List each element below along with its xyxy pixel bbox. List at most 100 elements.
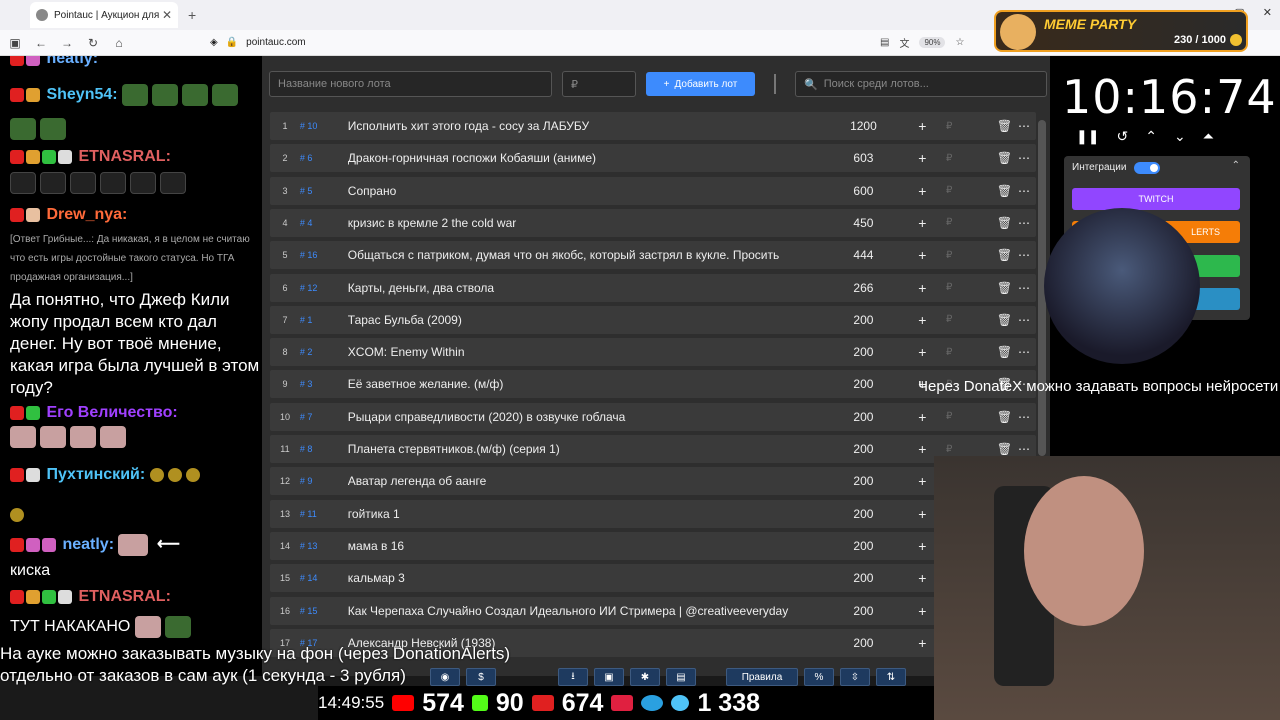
lot-name[interactable]: Карты, деньги, два ствола <box>348 281 817 295</box>
lot-id[interactable]: # 2 <box>300 347 348 357</box>
trash-icon[interactable]: 🗑 <box>964 216 1012 230</box>
add-amount-icon[interactable]: + <box>910 409 934 425</box>
chevron-up-icon[interactable]: ⌃ <box>1232 160 1240 171</box>
rules-button[interactable]: Правила <box>726 668 798 686</box>
lot-id[interactable]: # 15 <box>300 606 348 616</box>
lot-name[interactable]: кризис в кремле 2 the cold war <box>348 216 817 230</box>
lot-row[interactable]: 2 # 6 Дракон-горничная госпожи Кобаяши (ан… <box>270 144 1036 173</box>
lot-id[interactable]: # 13 <box>300 541 348 551</box>
lot-id[interactable]: # 16 <box>300 250 348 260</box>
lot-row[interactable]: 14# 13мама в 16200+₽🗑⋯ <box>270 531 1036 560</box>
twitch-button[interactable]: TWITCH <box>1072 188 1240 210</box>
lot-id[interactable]: # 5 <box>300 186 348 196</box>
currency-input[interactable]: ₽ <box>934 347 964 358</box>
translate-icon[interactable]: 文 <box>899 35 909 50</box>
add-lot-button[interactable]: + Добавить лот <box>646 72 755 96</box>
save-icon[interactable]: ▣ <box>594 668 624 686</box>
download-icon[interactable]: ⭳ <box>558 668 588 686</box>
split-icon[interactable]: ⇳ <box>840 668 870 686</box>
search-input[interactable]: 🔍 Поиск среди лотов... <box>795 71 1047 97</box>
increase-icon[interactable]: ⌃ <box>1145 128 1157 145</box>
currency-input[interactable]: ₽ <box>934 121 964 132</box>
close-tab-icon[interactable]: ✕ <box>162 8 172 22</box>
zoom-level[interactable]: 90% <box>919 37 946 48</box>
currency-input[interactable]: ₽ <box>934 444 964 455</box>
trash-icon[interactable]: 🗑 <box>964 248 1012 262</box>
lot-name[interactable]: Её заветное желание. (м/ф) <box>348 377 817 391</box>
add-amount-icon[interactable]: + <box>910 538 934 554</box>
lot-name[interactable]: Сопрано <box>348 184 817 198</box>
close-window-icon[interactable]: ✕ <box>1263 6 1272 19</box>
lot-id[interactable]: # 1 <box>300 315 348 325</box>
currency-input[interactable]: ₽ <box>934 282 964 293</box>
lot-id[interactable]: # 8 <box>300 444 348 454</box>
donate-dollar-icon[interactable]: $ <box>466 668 496 686</box>
more-icon[interactable]: ⋯ <box>1012 119 1036 133</box>
more-icon[interactable]: ⋯ <box>1012 184 1036 198</box>
add-amount-icon[interactable]: + <box>910 312 934 328</box>
home-icon[interactable]: ⌂ <box>108 36 130 50</box>
lot-id[interactable]: # 6 <box>300 153 348 163</box>
lot-row[interactable]: 12# 9Аватар легенда об аанге200+₽🗑⋯ <box>270 467 1036 496</box>
lot-name[interactable]: Как Черепаха Случайно Создал Идеального … <box>348 604 817 618</box>
currency-input[interactable]: ₽ <box>934 217 964 228</box>
more-icon[interactable]: ⋯ <box>1012 442 1036 456</box>
trash-icon[interactable]: 🗑 <box>964 119 1012 133</box>
more-icon[interactable]: ⋯ <box>1012 313 1036 327</box>
lot-id[interactable]: # 12 <box>300 283 348 293</box>
lot-row[interactable]: 8 # 2 XCOM: Enemy Within 200 + ₽ 🗑 ⋯ <box>270 338 1036 367</box>
lot-row[interactable]: 6 # 12 Карты, деньги, два ствола 266 + ₽ 🗑 ⋯ <box>270 273 1036 302</box>
integrations-toggle[interactable] <box>1134 162 1160 174</box>
add-amount-icon[interactable]: + <box>910 150 934 166</box>
lot-name[interactable]: кальмар 3 <box>348 571 817 585</box>
bug-icon[interactable]: ✱ <box>630 668 660 686</box>
add-amount-icon[interactable]: + <box>910 506 934 522</box>
lot-id[interactable]: # 11 <box>300 509 348 519</box>
lot-name[interactable]: мама в 16 <box>348 539 817 553</box>
trash-icon[interactable]: 🗑 <box>964 151 1012 165</box>
trash-icon[interactable]: 🗑 <box>964 313 1012 327</box>
lot-row[interactable]: 13# 11гойтика 1200+₽🗑⋯ <box>270 499 1036 528</box>
new-lot-input[interactable]: Название нового лота <box>269 71 552 97</box>
lot-amount-input[interactable]: ₽ <box>562 71 636 97</box>
lot-row[interactable]: 10 # 7 Рыцари справедливости (2020) в озву… <box>270 402 1036 431</box>
trash-icon[interactable]: 🗑 <box>964 442 1012 456</box>
more-icon[interactable]: ⋯ <box>1012 410 1036 424</box>
trash-icon[interactable]: 🗑 <box>964 281 1012 295</box>
forward-icon[interactable]: → <box>56 36 78 50</box>
lot-name[interactable]: гойтика 1 <box>348 507 817 521</box>
lot-row[interactable]: 5 # 16 Общаться с патриком, думая что он я… <box>270 241 1036 270</box>
currency-input[interactable]: ₽ <box>934 185 964 196</box>
more-icon[interactable]: ⋯ <box>1012 345 1036 359</box>
lot-row[interactable]: 11 # 8 Планета стервятников.(м/ф) (серия 1… <box>270 435 1036 463</box>
browser-tab[interactable]: Pointauc | Аукцион для стримеров ✕ <box>30 2 178 28</box>
add-amount-icon[interactable]: + <box>910 570 934 586</box>
lot-name[interactable]: XCOM: Enemy Within <box>348 345 817 359</box>
lot-name[interactable]: Планета стервятников.(м/ф) (серия 1) <box>348 442 817 456</box>
lot-row[interactable]: 4 # 4 кризис в кремле 2 the cold war 450 + ₽ 🗑… <box>270 208 1036 237</box>
currency-input[interactable]: ₽ <box>934 153 964 164</box>
reader-icon[interactable]: ▤ <box>880 37 889 48</box>
lot-name[interactable]: Аватар легенда об аанге <box>348 474 817 488</box>
add-amount-icon[interactable]: + <box>910 344 934 360</box>
sort-icon[interactable]: ⇅ <box>876 668 906 686</box>
lot-name[interactable]: Тарас Бульба (2009) <box>348 313 817 327</box>
bookmark-star-icon[interactable]: ☆ <box>955 37 964 48</box>
github-icon[interactable]: ◉ <box>430 668 460 686</box>
lot-row[interactable]: 16 # 15 Как Черепаха Случайно Создал Идеал… <box>270 596 1036 625</box>
lot-name[interactable]: Исполнить хит этого года - сосу за ЛАБУБ… <box>348 119 817 133</box>
more-icon[interactable]: ⋯ <box>1012 248 1036 262</box>
address-bar[interactable]: ◈ 🔒 pointauc.com <box>210 37 306 48</box>
reset-icon[interactable]: ↺ <box>1116 128 1128 145</box>
lot-row[interactable]: 1 # 10 Исполнить хит этого года - сосу за … <box>270 112 1036 140</box>
lot-id[interactable]: # 9 <box>300 476 348 486</box>
lot-id[interactable]: # 4 <box>300 218 348 228</box>
add-amount-icon[interactable]: + <box>910 441 934 457</box>
back-icon[interactable]: ← <box>30 36 52 50</box>
lot-name[interactable]: Общаться с патриком, думая что он якобс,… <box>348 248 817 262</box>
add-amount-icon[interactable]: + <box>910 215 934 231</box>
add-amount-icon[interactable]: + <box>910 280 934 296</box>
more-icon[interactable]: ⋯ <box>1012 281 1036 295</box>
new-tab-icon[interactable]: + <box>188 7 196 23</box>
decrease-icon[interactable]: ⌄ <box>1174 128 1186 145</box>
